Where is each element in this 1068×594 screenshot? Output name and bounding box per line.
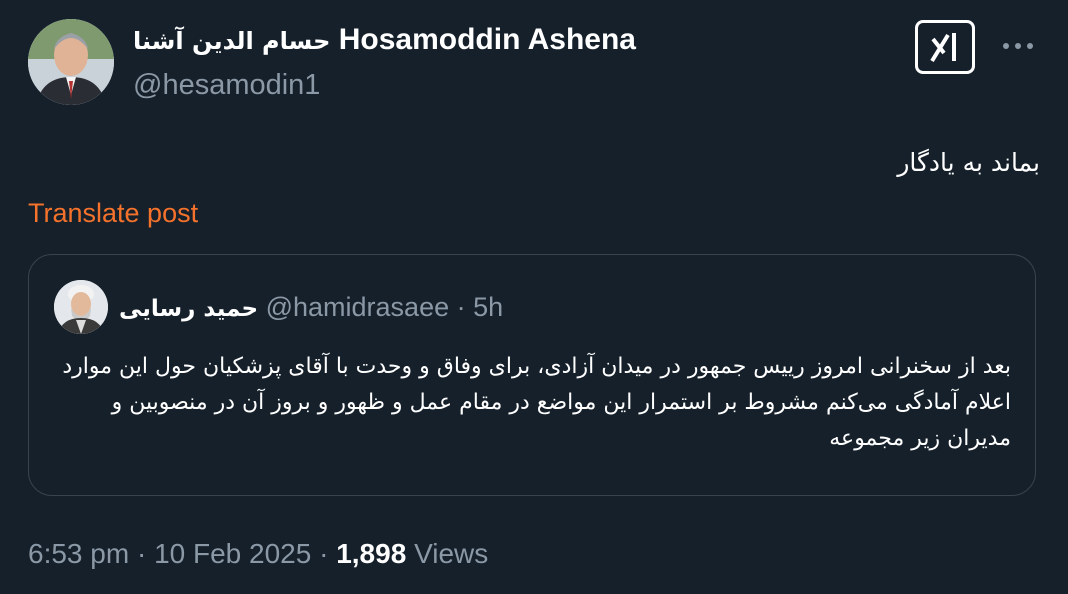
meta-separator: · <box>136 538 147 569</box>
author-name-fa: حسام الدين آشنا <box>133 27 331 55</box>
grok-icon <box>930 33 956 63</box>
post-meta: 6:53 pm · 10 Feb 2025 · 1,898 Views <box>28 536 488 572</box>
quoted-author-name: حميد رسايى <box>119 296 259 322</box>
translate-post-link[interactable]: Translate post <box>28 195 198 231</box>
post-date[interactable]: 10 Feb 2025 <box>154 538 311 569</box>
post-time[interactable]: 6:53 pm <box>28 538 129 569</box>
author-handle[interactable]: @hesamodin1 <box>133 67 320 103</box>
quoted-separator: · <box>456 292 466 322</box>
quoted-post-text: بعد از سخنرانی امروز رییس جمهور در میدان… <box>62 354 1011 451</box>
quoted-post-header: حميد رسايى @hamidrasaee · 5h <box>119 289 503 327</box>
quoted-post-card[interactable]: حميد رسايى @hamidrasaee · 5h بعد از سخنر… <box>28 254 1036 496</box>
grok-button[interactable] <box>915 20 975 74</box>
author-name-en: Hosamoddin Ashena <box>338 23 636 56</box>
quoted-post-time: 5h <box>473 292 504 322</box>
author-avatar-image <box>28 19 114 105</box>
author-name[interactable]: حسام الدين آشنا Hosamoddin Ashena <box>133 22 636 59</box>
author-avatar[interactable] <box>28 19 114 105</box>
quoted-avatar-image <box>54 280 108 334</box>
meta-separator-2: · <box>319 538 329 569</box>
views-label: Views <box>414 538 489 569</box>
more-button[interactable] <box>1000 28 1036 64</box>
quoted-author-handle: @hamidrasaee <box>265 292 450 322</box>
views-count: 1,898 <box>336 538 407 569</box>
quoted-author-avatar <box>54 280 108 334</box>
post-text: بماند به يادگار <box>897 148 1040 177</box>
more-icon <box>1003 43 1033 49</box>
